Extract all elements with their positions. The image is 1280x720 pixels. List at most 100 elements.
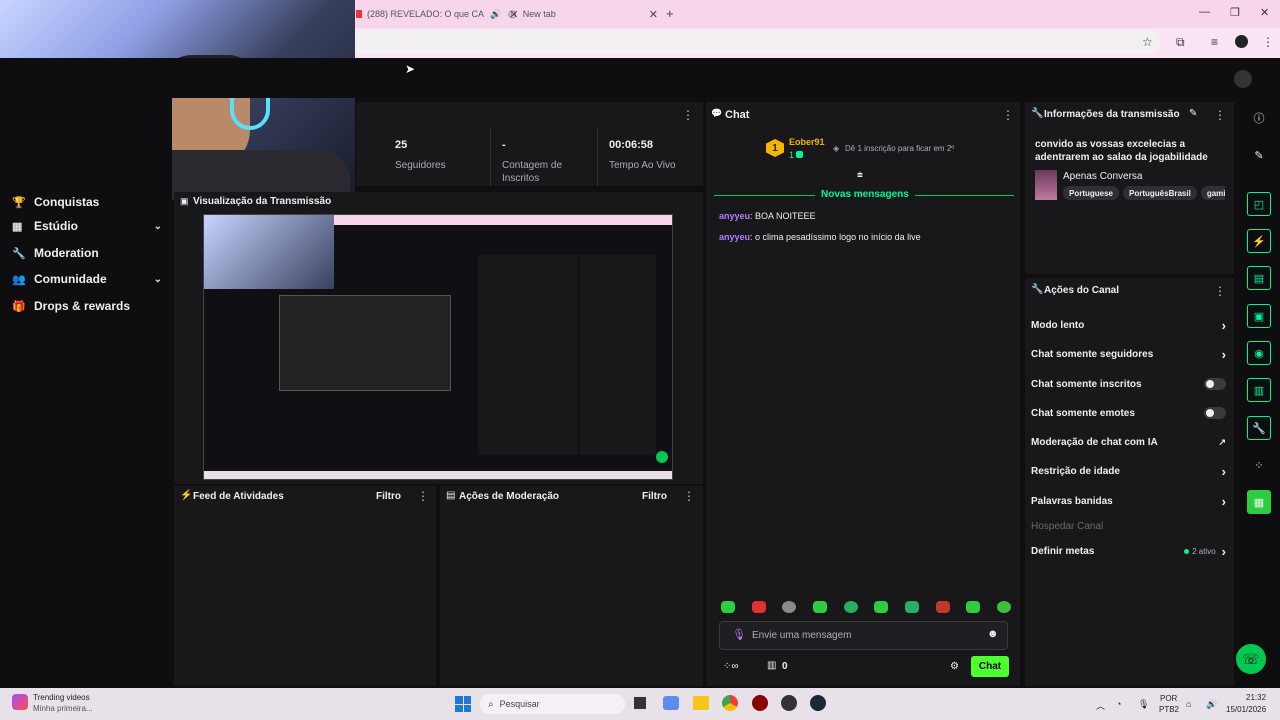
emotes-only-toggle[interactable] [1204,407,1226,419]
restore-icon[interactable]: ❐ [1230,6,1240,19]
activity-menu-icon[interactable]: ⋮ [417,489,429,503]
action-age-restriction[interactable]: Restrição de idade › [1031,462,1226,480]
browser-menu-icon[interactable]: ⋮ [1262,35,1274,49]
tag-chip[interactable]: Portuguese [1063,186,1120,200]
sidebar-item-comunidade[interactable]: 👥 Comunidade ⌄ [12,269,162,289]
chat-username[interactable]: anyyeu [719,211,750,221]
clock-time[interactable]: 21:32 [1246,693,1266,702]
channel-points-icon[interactable]: ⁘∞ [723,661,739,672]
close-window-icon[interactable]: ✕ [1260,6,1269,19]
extensions-icon[interactable]: ⧉ [1176,35,1185,50]
stats-menu-icon[interactable]: ⋮ [682,108,694,122]
browser-tab-youtube[interactable]: (288) REVELADO: O que CA 🔊 ✕ [356,4,519,24]
emote-icon[interactable] [812,601,827,613]
chevron-right-icon: › [1221,346,1226,362]
windows-start-icon[interactable] [455,696,471,712]
category-name[interactable]: Apenas Conversa [1063,171,1143,182]
close-tab-icon[interactable]: ✕ [649,8,658,21]
volume-icon[interactable]: 🔊 [1206,699,1217,710]
mic-tray-icon[interactable]: 🎙 [1138,699,1149,710]
file-explorer-icon[interactable] [693,696,709,710]
edit-icon[interactable]: ✎ [1247,143,1271,167]
new-tab-button[interactable]: + [666,6,674,21]
app-red-icon[interactable] [752,695,768,711]
clip-icon[interactable]: ◰ [1247,192,1271,216]
bolt-icon: ⚡ [180,490,193,501]
points-icon[interactable]: ⁘ [1247,453,1271,477]
mod-filter-button[interactable]: Filtro [642,491,667,502]
emote-icon[interactable] [721,601,735,613]
leaderboard-user[interactable]: Eober91 [789,137,825,147]
mod-menu-icon[interactable]: ⋮ [683,489,695,503]
action-label: Restrição de idade [1031,465,1120,477]
sidebar-item-moderation[interactable]: 🔧 Moderation [12,243,162,263]
news-widget-icon[interactable] [12,694,28,710]
chat-send-button[interactable]: Chat [971,656,1009,677]
broadcast-icon[interactable]: ◉ [1247,341,1271,365]
info-icon[interactable]: ⓘ [1247,106,1271,130]
chat-icon[interactable]: ▣ [1247,304,1271,328]
emote-icon[interactable] [904,601,919,613]
subscribers-only-toggle[interactable] [1204,378,1226,390]
tag-chip[interactable]: PortuguêsBrasil [1123,186,1197,200]
language-indicator[interactable]: POR [1160,694,1177,703]
studio-icon: ▦ [12,220,23,233]
stream-info-menu-icon[interactable]: ⋮ [1214,108,1226,122]
bookmark-star-icon[interactable]: ☆ [1142,35,1153,49]
chat-input-placeholder: Envie uma mensagem [752,630,852,641]
sidebar-item-label: Estúdio [34,219,78,233]
layout-icon[interactable]: ▥ [1247,378,1271,402]
notes-icon[interactable]: ▤ [1247,266,1271,290]
sidebar-item-conquistas[interactable]: 🏆 Conquistas [12,192,162,212]
tag-chip[interactable]: gami [1200,186,1225,200]
emote-icon[interactable] [935,601,950,613]
emote-picker-icon[interactable]: ☻ [987,628,999,640]
emote-icon[interactable] [782,601,797,613]
help-chat-icon[interactable]: ☏ [1236,644,1266,674]
wrench-icon[interactable]: 🔧 [1247,416,1271,440]
user-avatar[interactable] [1234,70,1252,88]
action-slow-mode[interactable]: Modo lento › [1031,316,1226,334]
profile-avatar[interactable] [1235,35,1248,48]
action-followers-only[interactable]: Chat somente seguidores › [1031,345,1226,363]
edit-pencil-icon[interactable]: ✎ [1189,108,1197,119]
action-banned-words[interactable]: Palavras banidas › [1031,492,1226,510]
wifi-icon[interactable]: ◔ [1116,699,1121,709]
app-icon[interactable] [663,696,679,710]
chevron-down-icon: ⌄ [153,273,162,285]
taskbar-search[interactable]: ⌕ Pesquisar [480,694,625,714]
chat-username[interactable]: anyyeu [719,232,750,242]
tray-chevron-icon[interactable]: ︿ [1096,699,1105,712]
emote-icon[interactable] [874,601,889,613]
chat-settings-icon[interactable]: ⚙ [950,661,959,672]
bolt-icon[interactable]: ⚡ [1247,229,1271,253]
search-icon: ⌕ [488,698,494,710]
stream-preview-video[interactable] [203,214,673,480]
network-icon[interactable]: ⌂ [1186,699,1191,709]
action-ai-moderation[interactable]: Moderação de chat com IA ↗ [1031,433,1226,451]
category-boxart[interactable] [1035,170,1057,200]
channel-actions-menu-icon[interactable]: ⋮ [1214,284,1226,298]
minimize-icon[interactable]: — [1199,6,1210,18]
browser-tab-newtab[interactable]: ◎ New tab ✕ [508,4,658,24]
mic-icon[interactable]: 🎙 [732,628,746,641]
channel-actions-panel [1025,278,1234,686]
emote-icon[interactable] [996,601,1011,613]
task-view-icon[interactable] [634,697,646,709]
emote-icon[interactable] [751,601,766,613]
collapse-leaderboard-icon[interactable]: ⩧ [857,170,863,181]
extension-icon[interactable]: ▦ [1247,490,1271,514]
media-control-icon[interactable]: ≡ [1211,35,1218,49]
sidebar-item-drops[interactable]: 🎁 Drops & rewards [12,296,162,316]
emote-icon[interactable] [966,601,981,613]
chat-menu-icon[interactable]: ⋮ [1002,108,1014,122]
steam-icon[interactable] [810,695,826,711]
emote-icon[interactable] [843,601,858,613]
chrome-icon[interactable] [722,695,738,711]
activity-filter-button[interactable]: Filtro [376,491,401,502]
news-title[interactable]: Trending videos [33,693,90,702]
action-label: Definir metas [1031,545,1095,557]
action-set-goals[interactable]: Definir metas 2 ativo › [1031,542,1226,560]
obs-icon[interactable] [781,695,797,711]
sidebar-item-estudio[interactable]: ▦ Estúdio ⌄ [12,216,162,236]
